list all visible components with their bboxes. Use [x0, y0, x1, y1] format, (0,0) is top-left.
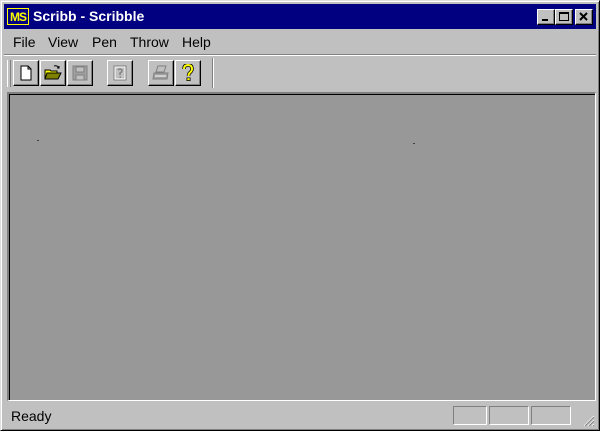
minimize-icon [542, 19, 548, 21]
drawing-canvas[interactable] [7, 92, 596, 401]
menu-throw[interactable]: Throw [130, 34, 169, 50]
menu-file[interactable]: File [13, 34, 36, 50]
menu-help[interactable]: Help [182, 34, 211, 50]
scribble-dot [37, 140, 39, 141]
new-button[interactable] [13, 60, 39, 86]
scribble-dot [413, 143, 415, 144]
app-window: MS Scribb - Scribble File View Pen Throw… [0, 0, 600, 431]
context-help-button[interactable] [107, 60, 133, 86]
toolbar [4, 56, 596, 90]
print-button[interactable] [148, 60, 174, 86]
open-button[interactable] [40, 60, 66, 86]
app-icon[interactable]: MS [7, 8, 29, 25]
maximize-button[interactable] [555, 9, 573, 25]
save-button[interactable] [67, 60, 93, 86]
resize-grip-icon[interactable] [581, 413, 595, 427]
menu-bar: File View Pen Throw Help [4, 31, 596, 53]
status-indicator-pane [531, 406, 571, 425]
close-icon [579, 12, 588, 21]
save-disk-icon [72, 65, 88, 81]
new-document-icon [20, 65, 32, 81]
help-question-icon [182, 64, 194, 81]
status-indicator-pane [489, 406, 529, 425]
minimize-button[interactable] [537, 9, 555, 25]
maximize-icon [559, 12, 569, 21]
title-bar[interactable]: MS Scribb - Scribble [4, 4, 596, 29]
close-button[interactable] [575, 9, 593, 25]
window-title: Scribb - Scribble [33, 8, 145, 24]
help-button[interactable] [175, 60, 201, 86]
toolbar-end-divider [212, 58, 214, 88]
toolbar-grip[interactable] [7, 60, 11, 87]
print-icon [152, 65, 169, 80]
menu-pen[interactable]: Pen [92, 34, 117, 50]
context-help-icon [113, 65, 127, 81]
status-bar: Ready [4, 403, 596, 428]
open-folder-icon [44, 65, 62, 80]
menu-view[interactable]: View [48, 34, 78, 50]
status-indicator-pane [453, 406, 487, 425]
status-text: Ready [11, 408, 52, 424]
